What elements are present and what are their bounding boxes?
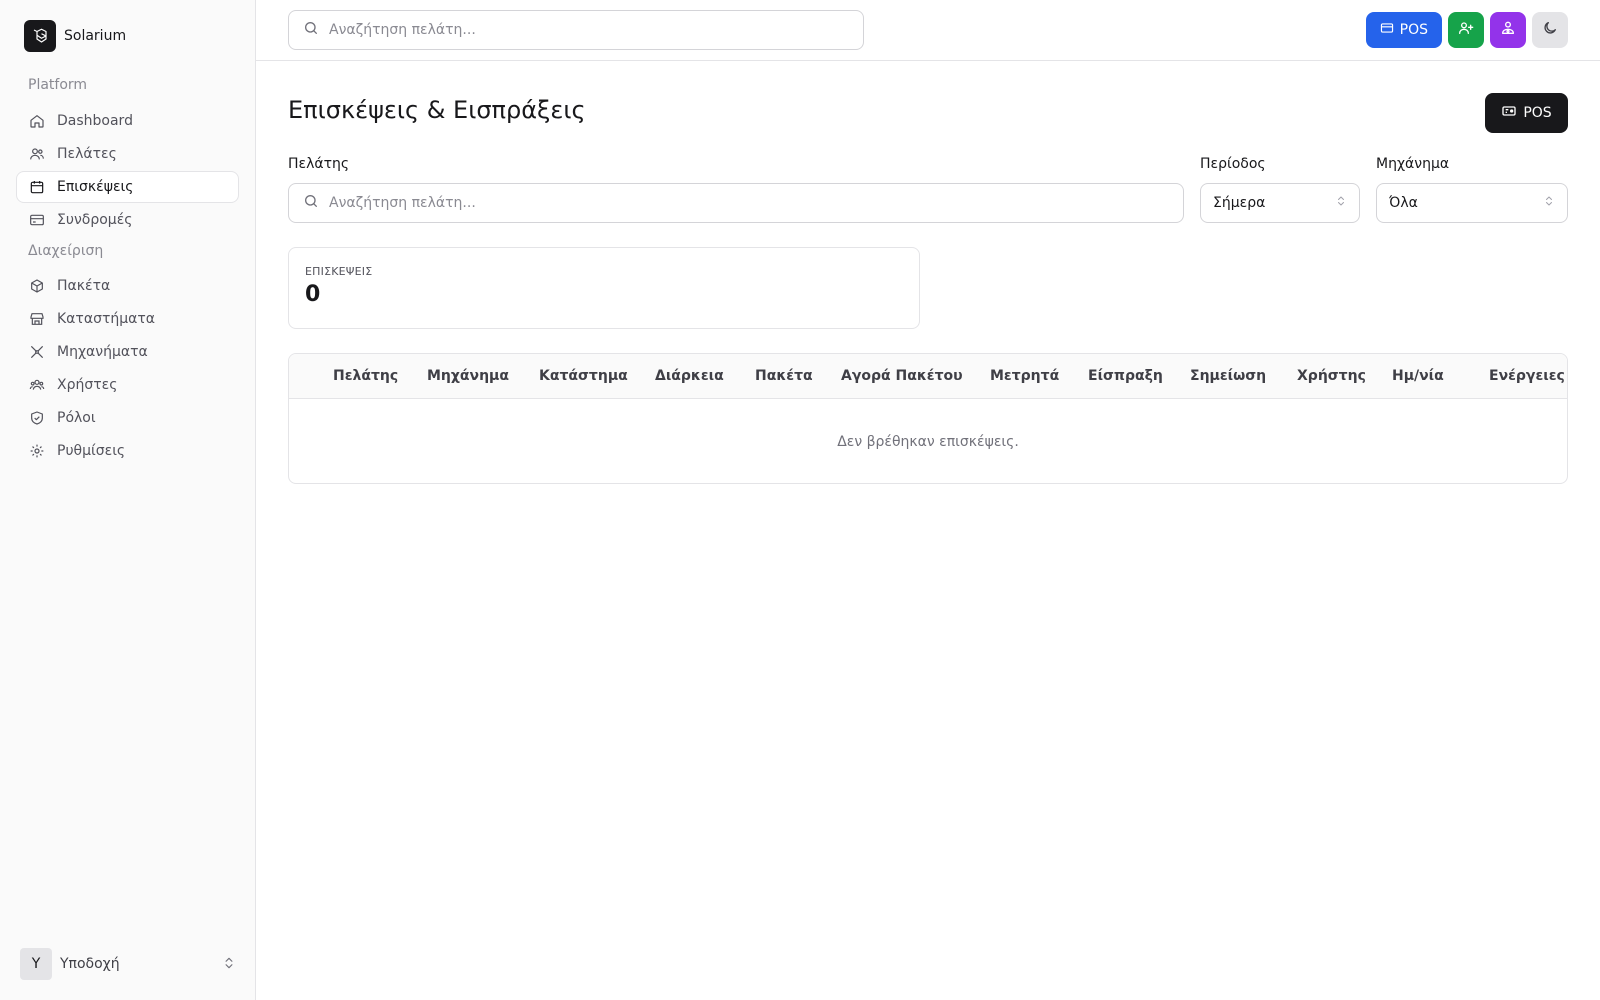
global-search[interactable]	[288, 10, 864, 50]
app-name: Solarium	[64, 28, 127, 44]
user-tie-button[interactable]	[1490, 12, 1526, 48]
search-icon	[303, 20, 319, 40]
sidebar: Solarium Platform Dashboard Πελάτες Επισ…	[0, 0, 256, 1000]
empty-state-message: Δεν βρέθηκαν επισκέψεις.	[837, 433, 1019, 450]
credit-card-icon	[29, 212, 45, 228]
user-tie-icon	[1500, 20, 1516, 40]
machine-select-value: Όλα	[1389, 195, 1418, 211]
sidebar-item-customers[interactable]: Πελάτες	[16, 138, 239, 170]
sidebar-item-settings[interactable]: Ρυθμίσεις	[16, 435, 239, 467]
visits-table: Πελάτης Μηχάνημα Κατάστημα Διάρκεια Πακέ…	[288, 353, 1568, 484]
sidebar-item-label: Dashboard	[57, 113, 133, 129]
sidebar-item-users[interactable]: Χρήστες	[16, 369, 239, 401]
sidebar-item-roles[interactable]: Ρόλοι	[16, 402, 239, 434]
period-select-value: Σήμερα	[1213, 195, 1266, 211]
topbar: POS	[256, 0, 1600, 61]
column-header[interactable]: Διάρκεια	[655, 354, 724, 398]
sidebar-item-stores[interactable]: Καταστήματα	[16, 303, 239, 335]
sidebar-item-label: Επισκέψεις	[57, 179, 134, 195]
sidebar-item-label: Μηχανήματα	[57, 344, 148, 360]
machine-select[interactable]: Όλα	[1376, 183, 1568, 223]
search-icon	[303, 193, 319, 213]
sidebar-item-machines[interactable]: Μηχανήματα	[16, 336, 239, 368]
column-header[interactable]: Είσπραξη	[1088, 354, 1163, 398]
store-icon	[29, 311, 45, 327]
package-icon	[29, 278, 45, 294]
sidebar-item-label: Ρόλοι	[57, 410, 96, 426]
pos-button[interactable]: POS	[1365, 12, 1442, 48]
top-actions: POS	[1365, 12, 1568, 48]
column-header[interactable]: Πελάτης	[333, 354, 398, 398]
sidebar-item-label: Χρήστες	[57, 377, 118, 393]
sidebar-item-label: Συνδρομές	[57, 212, 133, 228]
user-plus-icon	[1458, 20, 1474, 40]
brand[interactable]: Solarium	[24, 20, 126, 52]
machine-filter-label: Μηχάνημα	[1376, 156, 1450, 172]
sidebar-item-dashboard[interactable]: Dashboard	[16, 105, 239, 137]
column-header[interactable]: Κατάστημα	[539, 354, 628, 398]
sidebar-item-label: Πακέτα	[57, 278, 111, 294]
pos-button-label: POS	[1399, 22, 1428, 38]
column-header[interactable]: Μηχάνημα	[427, 354, 509, 398]
nav-group-management: Διαχείριση	[28, 243, 104, 259]
add-customer-button[interactable]	[1448, 12, 1484, 48]
visits-stat-value: 0	[305, 282, 321, 307]
column-header[interactable]: Ημ/νία	[1392, 354, 1444, 398]
period-select[interactable]: Σήμερα	[1200, 183, 1360, 223]
customer-filter-input[interactable]	[329, 195, 1183, 211]
register-icon	[1501, 103, 1517, 123]
sidebar-item-visits[interactable]: Επισκέψεις	[16, 171, 239, 203]
chevron-up-down-icon	[1335, 194, 1347, 212]
tools-icon	[29, 344, 45, 360]
chevron-up-down-icon	[1543, 194, 1555, 212]
column-header[interactable]: Ενέργειες	[1489, 354, 1565, 398]
column-header[interactable]: Σημείωση	[1190, 354, 1266, 398]
gear-icon	[29, 443, 45, 459]
column-header[interactable]: Αγορά Πακέτου	[841, 354, 963, 398]
user-name: Υποδοχή	[60, 956, 120, 972]
sidebar-item-label: Πελάτες	[57, 146, 117, 162]
calendar-icon	[29, 179, 45, 195]
pos-primary-label: POS	[1523, 105, 1552, 121]
pos-primary-button[interactable]: POS	[1485, 93, 1568, 133]
user-group-icon	[29, 377, 45, 393]
laravel-logo-icon	[24, 20, 56, 52]
users-icon	[29, 146, 45, 162]
period-filter-label: Περίοδος	[1200, 156, 1266, 172]
home-icon	[29, 113, 45, 129]
sidebar-item-packages[interactable]: Πακέτα	[16, 270, 239, 302]
column-header[interactable]: Μετρητά	[990, 354, 1059, 398]
user-menu[interactable]: Y Υποδοχή	[20, 948, 236, 980]
avatar: Y	[20, 948, 52, 980]
sidebar-item-label: Ρυθμίσεις	[57, 443, 126, 459]
column-header[interactable]: Πακέτα	[755, 354, 813, 398]
credit-card-icon	[1380, 21, 1394, 39]
moon-icon	[1542, 20, 1558, 40]
customer-filter[interactable]	[288, 183, 1184, 223]
nav-group-platform: Platform	[28, 77, 88, 93]
table-header: Πελάτης Μηχάνημα Κατάστημα Διάρκεια Πακέ…	[289, 354, 1567, 399]
customer-filter-label: Πελάτης	[288, 156, 350, 172]
visits-stat-card: ΕΠΙΣΚΕΨΕΙΣ 0	[288, 247, 920, 329]
visits-stat-label: ΕΠΙΣΚΕΨΕΙΣ	[305, 265, 373, 278]
chevron-up-down-icon	[222, 955, 236, 974]
sidebar-item-subscriptions[interactable]: Συνδρομές	[16, 204, 239, 236]
shield-icon	[29, 410, 45, 426]
theme-toggle-button[interactable]	[1532, 12, 1568, 48]
column-header[interactable]: Χρήστης	[1297, 354, 1366, 398]
page-title: Επισκέψεις & Εισπράξεις	[288, 96, 586, 124]
sidebar-item-label: Καταστήματα	[57, 311, 156, 327]
global-search-input[interactable]	[329, 22, 863, 38]
